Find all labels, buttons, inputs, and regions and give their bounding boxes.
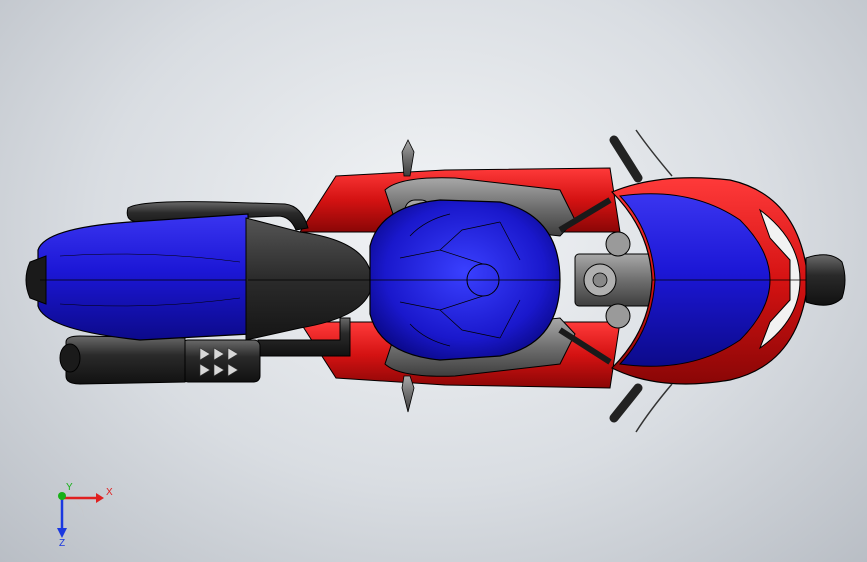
tail-section[interactable] xyxy=(37,213,251,341)
front-wheel[interactable] xyxy=(805,254,846,306)
z-axis-label: Z xyxy=(59,538,65,548)
y-axis-label: Y xyxy=(66,482,73,493)
y-axis-arrow xyxy=(58,492,66,500)
coordinate-triad: X Y Z xyxy=(57,482,113,548)
triad-plane xyxy=(62,498,84,520)
x-axis-label: X xyxy=(106,487,113,498)
fuel-tank[interactable] xyxy=(369,199,561,361)
motorcycle-model[interactable] xyxy=(0,0,867,562)
graphics-viewport[interactable]: X Y Z xyxy=(0,0,867,562)
